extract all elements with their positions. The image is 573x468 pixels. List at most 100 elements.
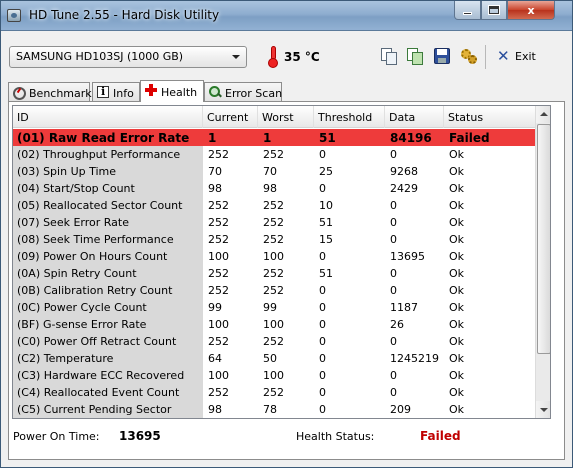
cell-worst: 1 [263,131,272,145]
cell-data: 0 [390,216,397,229]
cell-worst: 252 [263,386,284,399]
table-row[interactable]: (01) Raw Read Error Rate 1 1 51 84196 Failed [13,129,536,146]
tab-label: Health [161,86,198,99]
cell-id: (0C) Power Cycle Count [17,301,147,314]
cell-data: 0 [390,233,397,246]
cell-data: 1245219 [390,352,439,365]
table-row[interactable]: (08) Seek Time Performance 252 252 15 0 Ok [13,231,536,248]
health-status-label: Health Status: [296,430,375,443]
smart-table: ID Current Worst Threshold Data Status (… [12,105,551,419]
table-row[interactable]: (07) Seek Error Rate 252 252 51 0 Ok [13,214,536,231]
cell-id: (C5) Current Pending Sector [17,403,172,416]
cell-worst: 252 [263,233,284,246]
hdd-app-icon [7,9,21,22]
tab-label: Benchmark [29,87,92,100]
cell-data: 9268 [390,165,418,178]
tab-error-scan[interactable]: Error Scan [204,82,282,101]
cell-worst: 70 [263,165,277,178]
column-header-worst[interactable]: Worst [258,106,314,128]
cell-data: 0 [390,386,397,399]
cell-worst: 252 [263,148,284,161]
tab-benchmark[interactable]: Benchmark [8,82,92,101]
cell-id: (C3) Hardware ECC Recovered [17,369,185,382]
cell-data: 84196 [390,131,432,145]
cell-id: (01) Raw Read Error Rate [17,131,190,145]
cell-worst: 100 [263,318,284,331]
table-row[interactable]: (C3) Hardware ECC Recovered 100 100 0 0 Ok [13,367,536,384]
cell-current: 100 [208,318,229,331]
cell-data: 0 [390,199,397,212]
minimize-button[interactable] [454,1,481,20]
save-icon[interactable] [432,46,452,66]
cell-worst: 100 [263,250,284,263]
copy-all-icon[interactable] [405,46,425,66]
cell-data: 0 [390,267,397,280]
column-header-current[interactable]: Current [203,106,258,128]
table-row[interactable]: (0B) Calibration Retry Count 252 252 0 0 Ok [13,282,536,299]
table-row[interactable]: (05) Reallocated Sector Count 252 252 10 0 Ok [13,197,536,214]
cell-threshold: 10 [319,199,333,212]
table-row[interactable]: (C0) Power Off Retract Count 252 252 0 0 Ok [13,333,536,350]
table-row[interactable]: (C4) Reallocated Event Count 252 252 0 0 Ok [13,384,536,401]
thermometer-icon [268,46,278,68]
table-header: ID Current Worst Threshold Data Status [13,106,536,128]
cell-worst: 99 [263,301,277,314]
column-header-threshold[interactable]: Threshold [314,106,385,128]
cell-current: 99 [208,301,222,314]
drive-select-value: SAMSUNG HD103SJ (1000 GB) [16,50,184,63]
cell-data: 2429 [390,182,418,195]
tab-label: Info [113,87,134,100]
cell-status: Ok [449,182,465,195]
cell-worst: 100 [263,369,284,382]
cell-threshold: 51 [319,216,333,229]
table-row[interactable]: (09) Power On Hours Count 100 100 0 13695 Ok [13,248,536,265]
cell-threshold: 0 [319,284,326,297]
table-row[interactable]: (02) Throughput Performance 252 252 0 0 Ok [13,146,536,163]
cell-threshold: 25 [319,165,333,178]
table-row[interactable]: (0A) Spin Retry Count 252 252 51 0 Ok [13,265,536,282]
cell-status: Ok [449,250,465,263]
column-header-data[interactable]: Data [385,106,444,128]
close-button[interactable]: x [507,1,555,20]
cell-current: 100 [208,369,229,382]
cell-worst: 252 [263,216,284,229]
options-icon[interactable] [459,46,479,66]
column-header-status[interactable]: Status [444,106,536,128]
table-row[interactable]: (04) Start/Stop Count 98 98 0 2429 Ok [13,180,536,197]
cell-current: 70 [208,165,222,178]
cell-current: 252 [208,284,229,297]
maximize-icon [488,5,500,15]
scroll-up-icon[interactable] [536,106,550,123]
copy-icon[interactable] [379,46,399,66]
scroll-down-icon[interactable] [536,401,550,418]
vertical-scrollbar[interactable] [535,106,550,418]
table-row[interactable]: (BF) G-sense Error Rate 100 100 0 26 Ok [13,316,536,333]
cell-threshold: 0 [319,250,326,263]
cell-status: Ok [449,148,465,161]
cell-id: (03) Spin Up Time [17,165,117,178]
table-row[interactable]: (C2) Temperature 64 50 0 1245219 Ok [13,350,536,367]
tab-health[interactable]: Health [140,80,204,102]
table-row[interactable]: (C5) Current Pending Sector 98 78 0 209 Ok [13,401,536,418]
temperature-readout: 35 °C [284,50,320,64]
table-row[interactable]: (03) Spin Up Time 70 70 25 9268 Ok [13,163,536,180]
column-header-id[interactable]: ID [13,106,203,128]
chevron-down-icon[interactable] [232,55,240,59]
maximize-button[interactable] [481,1,507,20]
exit-label: Exit [515,50,536,63]
scrollbar-thumb[interactable] [537,124,550,354]
cell-id: (BF) G-sense Error Rate [17,318,147,331]
cell-threshold: 15 [319,233,333,246]
cell-data: 13695 [390,250,425,263]
exit-icon: ✕ [497,47,510,65]
toolbar-divider [485,45,486,69]
cell-id: (0B) Calibration Retry Count [17,284,173,297]
drive-select[interactable]: SAMSUNG HD103SJ (1000 GB) [9,46,247,68]
exit-button[interactable]: ✕ Exit [495,47,541,67]
cell-threshold: 0 [319,318,326,331]
title-bar[interactable]: HD Tune 2.55 - Hard Disk Utility x [1,1,572,31]
tab-info[interactable]: Info [92,82,140,101]
cell-threshold: 0 [319,369,326,382]
cell-threshold: 0 [319,403,326,416]
table-row[interactable]: (0C) Power Cycle Count 99 99 0 1187 Ok [13,299,536,316]
